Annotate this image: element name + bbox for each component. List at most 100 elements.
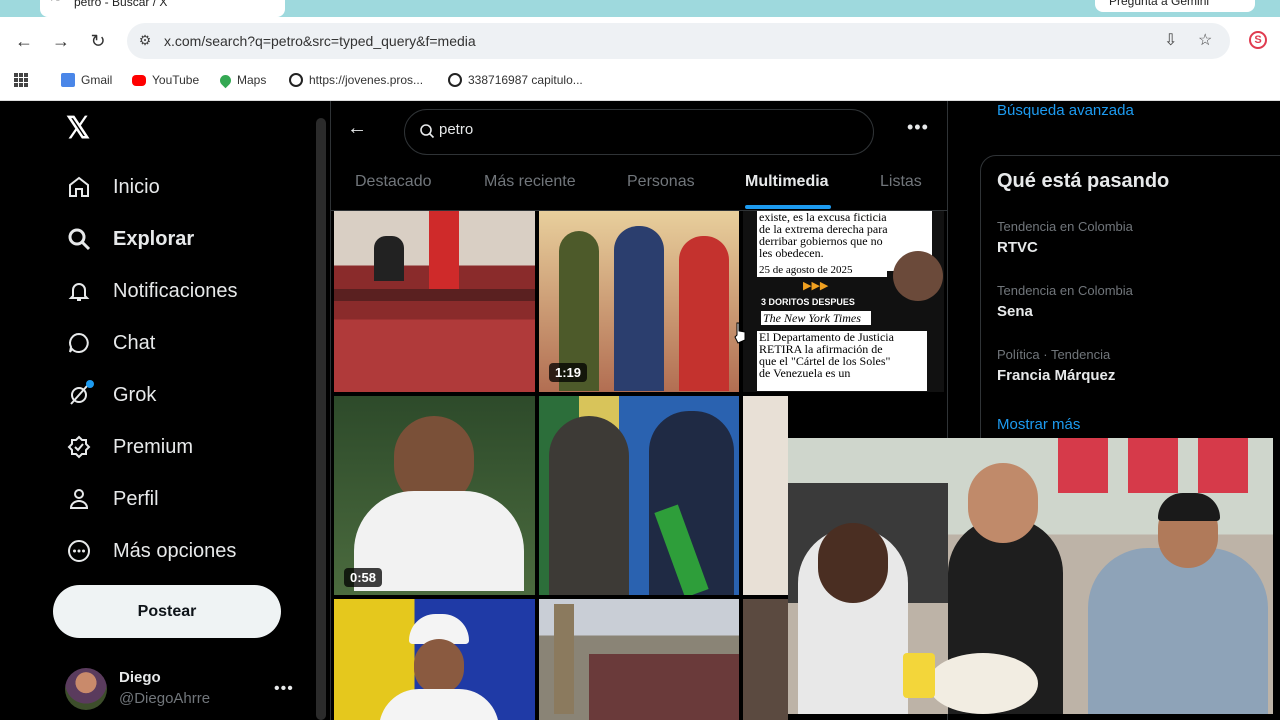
jersey-shape: [1128, 438, 1178, 493]
sidebar-item-label: Explorar: [113, 227, 195, 250]
tower-shape: [554, 604, 574, 714]
tab-destacado[interactable]: Destacado: [355, 173, 432, 191]
bowl-shape: [928, 653, 1038, 714]
webcam-overlay: [788, 438, 1273, 714]
sidebar-item-premium[interactable]: Premium: [66, 432, 193, 462]
search-input[interactable]: [439, 121, 739, 138]
post-button[interactable]: Postear: [53, 585, 281, 638]
globe-icon: [448, 73, 462, 87]
trend-item[interactable]: Sena: [997, 303, 1033, 320]
ask-gemini-pill[interactable]: Pregunta a Gemini: [1095, 0, 1255, 12]
sidebar-item-label: Más opciones: [113, 539, 237, 562]
jerseys-shape: [1058, 438, 1258, 493]
media-tile[interactable]: [334, 599, 535, 720]
media-tile-video[interactable]: 0:58: [334, 396, 535, 595]
figure-shape: [679, 236, 729, 391]
apps-grid-icon[interactable]: [13, 72, 29, 88]
more-options-icon[interactable]: •••: [907, 117, 929, 138]
media-tile[interactable]: [743, 396, 788, 595]
jersey-shape: [1058, 438, 1108, 493]
newspaper-title: The New York Times: [761, 311, 871, 325]
bookmark-label: 338716987 capitulo...: [468, 73, 583, 87]
sidebar-item-perfil[interactable]: Perfil: [66, 484, 159, 514]
cup-shape: [903, 653, 935, 698]
tab-listas[interactable]: Listas: [880, 173, 922, 191]
maps-icon: [217, 72, 234, 88]
sidebar-item-explorar[interactable]: Explorar: [66, 224, 194, 254]
bookmark-capitulo[interactable]: 338716987 capitulo...: [448, 72, 583, 88]
media-tile-video[interactable]: 1:19: [539, 211, 739, 392]
bookmark-label: YouTube: [152, 73, 200, 87]
reload-icon[interactable]: ↻: [88, 30, 108, 52]
tab-multimedia[interactable]: Multimedia: [745, 173, 829, 191]
bookmark-youtube[interactable]: YouTube: [132, 72, 199, 88]
scrollbar[interactable]: [316, 118, 326, 720]
x-favicon-icon: 𝕏: [50, 0, 64, 8]
show-more-link[interactable]: Mostrar más: [997, 416, 1080, 433]
figure-shape: [614, 226, 664, 391]
sidebar-item-label: Perfil: [113, 487, 159, 510]
face-shape: [414, 639, 464, 694]
browser-tab[interactable]: 𝕏 petro - Buscar / X ✕: [40, 0, 285, 17]
jersey-shape: [1198, 438, 1248, 493]
media-tile[interactable]: existe, es la excusa ficticia de la extr…: [743, 211, 944, 392]
forward-arrow-icon[interactable]: →: [51, 30, 71, 52]
clip-caption: 3 DORITOS DESPUES: [761, 297, 855, 307]
bookmark-star-icon[interactable]: ☆: [1198, 30, 1212, 50]
sidebar-item-mas-opciones[interactable]: Más opciones: [66, 536, 236, 566]
x-logo-icon[interactable]: 𝕏: [66, 114, 96, 144]
media-tile[interactable]: [539, 396, 739, 595]
bookmark-jovenes[interactable]: https://jovenes.pros...: [289, 72, 423, 88]
media-tile[interactable]: [539, 599, 739, 720]
person-shape: [374, 236, 404, 281]
trend-context: Tendencia en Colombia: [997, 219, 1133, 234]
sidebar-item-notificaciones[interactable]: Notificaciones: [66, 276, 238, 306]
bookmark-label: Maps: [237, 73, 267, 87]
person-shape: [1088, 548, 1268, 714]
video-duration: 0:58: [344, 568, 383, 587]
sidebar-item-inicio[interactable]: Inicio: [66, 172, 160, 202]
tab-personas[interactable]: Personas: [627, 173, 695, 191]
figure-shape: [549, 416, 629, 595]
shirt-shape: [379, 689, 499, 720]
portrait-shape: [893, 251, 943, 301]
chat-icon: [66, 330, 92, 356]
arrow-icon: ▶▶▶: [803, 280, 829, 292]
trend-context: Tendencia en Colombia: [997, 283, 1133, 298]
more-circle-icon: [66, 538, 92, 564]
bookmark-maps[interactable]: Maps: [217, 72, 267, 88]
edge-strip: [1273, 438, 1280, 720]
install-app-icon[interactable]: ⇩: [1164, 30, 1177, 50]
sidebar-item-chat[interactable]: Chat: [66, 328, 155, 358]
gmail-icon: [61, 73, 75, 87]
account-menu-icon[interactable]: •••: [274, 680, 294, 698]
url-text[interactable]: x.com/search?q=petro&src=typed_query&f=m…: [164, 33, 476, 49]
person-icon: [66, 486, 92, 512]
table-shape: [334, 289, 535, 301]
bookmark-gmail[interactable]: Gmail: [61, 72, 112, 88]
tab-mas-reciente[interactable]: Más reciente: [484, 173, 576, 191]
search-icon: [420, 124, 435, 139]
back-arrow-icon[interactable]: ←: [347, 117, 367, 140]
media-tile[interactable]: [334, 211, 535, 392]
trend-context: Política · Tendencia: [997, 347, 1111, 362]
trend-item[interactable]: RTVC: [997, 239, 1038, 256]
newspaper-body: El Departamento de Justicia RETIRA la af…: [757, 331, 927, 391]
advanced-search-link[interactable]: Búsqueda avanzada: [997, 102, 1134, 119]
profile-icon[interactable]: S: [1249, 31, 1267, 49]
media-tile[interactable]: [743, 599, 788, 720]
home-icon: [66, 174, 92, 200]
clip-date: 25 de agosto de 2025: [757, 264, 887, 277]
youtube-icon: [132, 74, 146, 86]
back-arrow-icon[interactable]: ←: [14, 30, 34, 52]
sidebar-item-label: Notificaciones: [113, 279, 238, 302]
browser-tab-title: petro - Buscar / X: [74, 0, 168, 9]
site-info-icon[interactable]: ⚙: [136, 31, 154, 49]
face-shape: [818, 523, 888, 603]
hand-cursor-icon: [734, 322, 746, 344]
sidebar-item-grok[interactable]: Grok: [66, 380, 156, 410]
globe-icon: [289, 73, 303, 87]
trend-item[interactable]: Francia Márquez: [997, 367, 1115, 384]
bookmark-label: https://jovenes.pros...: [309, 73, 424, 87]
avatar[interactable]: [65, 668, 107, 710]
